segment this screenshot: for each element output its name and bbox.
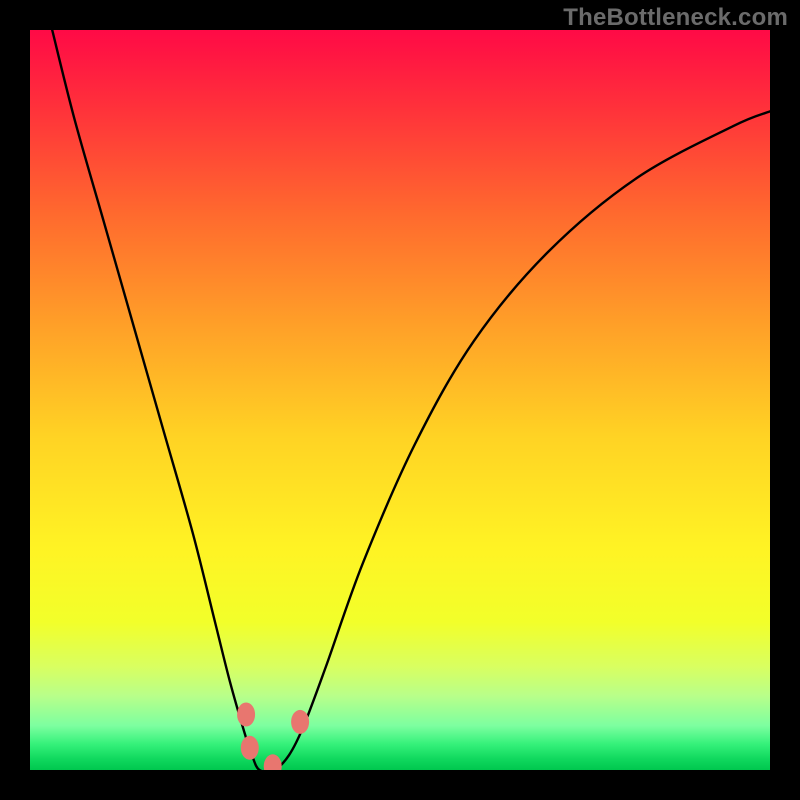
watermark-text: TheBottleneck.com [563, 4, 788, 32]
plot-area [30, 30, 770, 770]
dot-left-upper [237, 703, 255, 727]
dot-left-lower [241, 736, 259, 760]
dot-right [291, 710, 309, 734]
dot-bottom [264, 754, 282, 770]
bottleneck-curve [30, 30, 770, 770]
